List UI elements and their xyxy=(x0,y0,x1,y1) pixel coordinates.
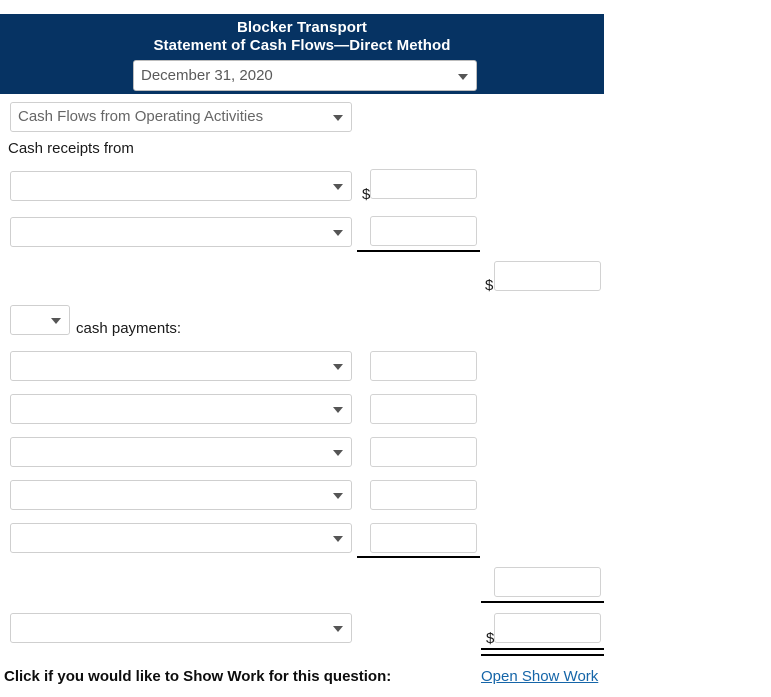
payment-row-5-amount-input[interactable] xyxy=(370,523,477,553)
receipt-row-2-account-select[interactable] xyxy=(10,217,352,247)
payments-qualifier-select[interactable] xyxy=(10,305,70,335)
header-title-block: Blocker Transport Statement of Cash Flow… xyxy=(0,14,604,55)
receipts-subtotal-rule xyxy=(357,250,480,252)
net-cash-amount-input[interactable] xyxy=(494,613,601,643)
cash-payments-label: cash payments: xyxy=(76,320,182,337)
net-cash-rule xyxy=(481,601,604,603)
statement-title: Statement of Cash Flows—Direct Method xyxy=(153,37,451,54)
payment-row-5-account-select[interactable] xyxy=(10,523,352,553)
payment-row-2-amount-input[interactable] xyxy=(370,394,477,424)
receipts-subtotal-input[interactable] xyxy=(494,261,601,291)
payment-row-4-account-select[interactable] xyxy=(10,480,352,510)
company-name: Blocker Transport xyxy=(236,19,368,36)
net-cash-account-select[interactable] xyxy=(10,613,352,643)
payment-row-3-amount-input[interactable] xyxy=(370,437,477,467)
payments-subtotal-rule xyxy=(357,556,480,558)
receipt-row-2-amount-input[interactable] xyxy=(370,216,477,246)
receipts-subtotal-dollar-sign: $ xyxy=(485,277,494,294)
net-cash-double-rule xyxy=(481,648,604,656)
receipt-row-1-amount-input[interactable] xyxy=(370,169,477,199)
show-work-prompt: Click if you would like to Show Work for… xyxy=(4,668,392,685)
payment-row-4-amount-input[interactable] xyxy=(370,480,477,510)
receipt-row-1-account-select[interactable] xyxy=(10,171,352,201)
payment-row-1-amount-input[interactable] xyxy=(370,351,477,381)
payments-subtotal-input[interactable] xyxy=(494,567,601,597)
cash-receipts-label: Cash receipts from xyxy=(8,140,134,157)
period-date-select[interactable]: December 31, 2020 xyxy=(133,60,477,91)
payment-row-3-account-select[interactable] xyxy=(10,437,352,467)
payment-row-1-account-select[interactable] xyxy=(10,351,352,381)
payment-row-2-account-select[interactable] xyxy=(10,394,352,424)
open-show-work-link[interactable]: Open Show Work xyxy=(481,668,598,685)
activity-section-select[interactable]: Cash Flows from Operating Activities xyxy=(10,102,352,132)
